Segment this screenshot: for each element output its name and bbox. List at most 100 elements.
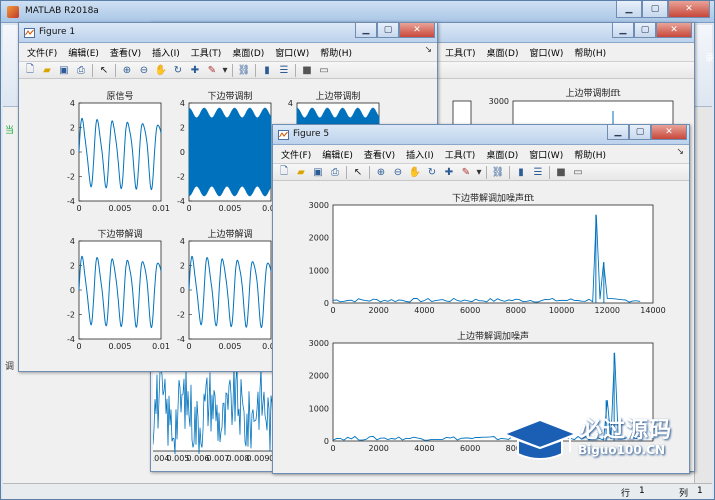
close-button[interactable]: ✕ — [668, 1, 710, 18]
legend-icon[interactable]: ☰ — [277, 63, 291, 77]
menu-window[interactable]: 窗口(W) — [529, 148, 563, 161]
figure-1-toolbar: 🗋 ▰ ▣ ⎙ ↖ ⊕ ⊖ ✋ ↻ ✚ ✎ ▾ ⛓ ▮ ☰ ■ ▭ — [19, 61, 437, 79]
x-tick-label: 0 — [186, 204, 191, 213]
y-tick-label: -2 — [67, 311, 75, 320]
dock-icon[interactable]: ▭ — [571, 165, 585, 179]
rotate-icon[interactable]: ↻ — [425, 165, 439, 179]
y-tick-label: 4 — [70, 237, 75, 246]
hide-tools-icon[interactable]: ■ — [300, 63, 314, 77]
axes-title: 原信号 — [106, 90, 133, 102]
figure-1-menubar: 文件(F) 编辑(E) 查看(V) 插入(I) 工具(T) 桌面(D) 窗口(W… — [19, 44, 437, 60]
menu-help[interactable]: 帮助(H) — [574, 46, 606, 59]
menu-tools[interactable]: 工具(T) — [445, 46, 476, 59]
rotate-icon[interactable]: ↻ — [171, 63, 185, 77]
toolbar-separator — [295, 63, 296, 77]
pan-icon[interactable]: ✋ — [408, 165, 422, 179]
minimize-button[interactable]: ▁ — [616, 1, 642, 18]
save-icon[interactable]: ▣ — [311, 165, 325, 179]
menu-edit[interactable]: 编辑(E) — [322, 148, 353, 161]
menu-help[interactable]: 帮助(H) — [320, 46, 352, 59]
figure-1-titlebar[interactable]: Figure 1 ▁ ▢ ✕ — [19, 23, 437, 43]
menu-desktop[interactable]: 桌面(D) — [487, 46, 519, 59]
link-icon[interactable]: ⛓ — [491, 165, 505, 179]
save-icon[interactable]: ▣ — [57, 63, 71, 77]
matlab-titlebar[interactable]: MATLAB R2018a ▁ ▢ ✕ — [1, 1, 714, 23]
data-cursor-icon[interactable]: ✚ — [188, 63, 202, 77]
legend-icon[interactable]: ☰ — [531, 165, 545, 179]
x-tick-label: 0.005 — [109, 204, 132, 213]
x-tick-label: 0.005 — [109, 342, 132, 351]
toolbar-separator — [346, 165, 347, 179]
menubar-overflow-icon[interactable]: ↘ — [676, 147, 684, 157]
dock-icon[interactable]: ▭ — [317, 63, 331, 77]
link-icon[interactable]: ⛓ — [237, 63, 251, 77]
menu-desktop[interactable]: 桌面(D) — [232, 46, 264, 59]
figure-5-titlebar[interactable]: Figure 5 ▁ ▢ ✕ — [273, 125, 689, 145]
background-figure-window-controls: ▁ ▢ ✕ — [612, 23, 692, 38]
print-icon[interactable]: ⎙ — [328, 165, 342, 179]
new-file-icon[interactable]: 🗋 — [277, 165, 291, 179]
x-tick-label: 0 — [76, 342, 81, 351]
menu-window[interactable]: 窗口(W) — [529, 46, 563, 59]
menu-file[interactable]: 文件(F) — [281, 148, 311, 161]
pointer-icon[interactable]: ↖ — [97, 63, 111, 77]
minimize-button[interactable]: ▁ — [612, 23, 634, 38]
menu-view[interactable]: 查看(V) — [110, 46, 141, 59]
pan-icon[interactable]: ✋ — [154, 63, 168, 77]
open-file-icon[interactable]: ▰ — [40, 63, 54, 77]
new-file-icon[interactable]: 🗋 — [23, 63, 37, 77]
colorbar-icon[interactable]: ▮ — [514, 165, 528, 179]
close-button[interactable]: ✕ — [399, 23, 435, 38]
watermark-logo: 必过源码 Biguo100.CN — [500, 410, 710, 470]
menu-help[interactable]: 帮助(H) — [574, 148, 606, 161]
left-edge-label-bottom: 调 — [5, 362, 15, 372]
x-tick-label: 2000 — [369, 444, 389, 453]
menubar-overflow-icon[interactable]: ↘ — [424, 45, 432, 55]
close-button[interactable]: ✕ — [651, 125, 687, 140]
brush-icon[interactable]: ✎ — [459, 165, 473, 179]
maximize-button[interactable]: ▢ — [629, 125, 651, 140]
menu-edit[interactable]: 编辑(E) — [68, 46, 99, 59]
colorbar-icon[interactable]: ▮ — [260, 63, 274, 77]
minimize-button[interactable]: ▁ — [355, 23, 377, 38]
zoom-in-icon[interactable]: ⊕ — [120, 63, 134, 77]
figure-5-title: Figure 5 — [293, 129, 330, 139]
watermark-cn-text: 必过源码 — [580, 418, 673, 443]
figure-1-window-controls: ▁ ▢ ✕ — [355, 23, 435, 38]
maximize-button[interactable]: ▢ — [634, 23, 656, 38]
x-tick-label: 14000 — [640, 306, 665, 315]
y-tick-label: 3000 — [309, 339, 329, 348]
axes-title: 上边带调制 — [315, 90, 360, 102]
menu-tools[interactable]: 工具(T) — [445, 148, 476, 161]
zoom-in-icon[interactable]: ⊕ — [374, 165, 388, 179]
status-col-label: 列 — [679, 489, 689, 499]
x-tick-label: 4000 — [414, 306, 434, 315]
print-icon[interactable]: ⎙ — [74, 63, 88, 77]
y-tick-label: 0 — [324, 437, 329, 446]
close-button[interactable]: ✕ — [656, 23, 692, 38]
hide-tools-icon[interactable]: ■ — [554, 165, 568, 179]
minimize-button[interactable]: ▁ — [607, 125, 629, 140]
maximize-button[interactable]: ▢ — [642, 1, 668, 18]
modulated-signal-band — [188, 107, 272, 197]
open-file-icon[interactable]: ▰ — [294, 165, 308, 179]
data-cursor-icon[interactable]: ✚ — [442, 165, 456, 179]
brush-icon[interactable]: ✎ — [205, 63, 219, 77]
brush-dropdown-icon[interactable]: ▾ — [222, 63, 228, 77]
menu-insert[interactable]: 插入(I) — [406, 148, 434, 161]
zoom-out-icon[interactable]: ⊖ — [137, 63, 151, 77]
menu-file[interactable]: 文件(F) — [27, 46, 57, 59]
menu-view[interactable]: 查看(V) — [364, 148, 395, 161]
y-tick-label: 4 — [180, 99, 185, 108]
menu-window[interactable]: 窗口(W) — [275, 46, 309, 59]
x-tick-label: 6000 — [460, 444, 480, 453]
y-tick-label: -4 — [67, 335, 75, 344]
menu-desktop[interactable]: 桌面(D) — [486, 148, 518, 161]
y-tick-label: -2 — [177, 173, 185, 182]
pointer-icon[interactable]: ↖ — [351, 165, 365, 179]
menu-insert[interactable]: 插入(I) — [152, 46, 180, 59]
maximize-button[interactable]: ▢ — [377, 23, 399, 38]
brush-dropdown-icon[interactable]: ▾ — [476, 165, 482, 179]
zoom-out-icon[interactable]: ⊖ — [391, 165, 405, 179]
menu-tools[interactable]: 工具(T) — [191, 46, 222, 59]
